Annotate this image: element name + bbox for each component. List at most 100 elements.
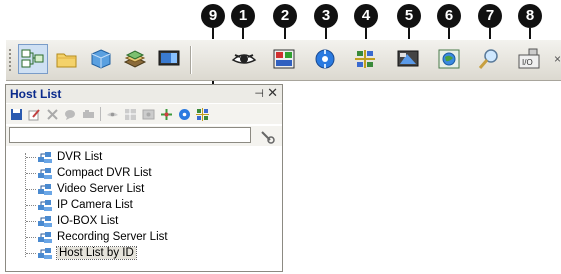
tree-connector xyxy=(26,236,36,238)
find-button[interactable] xyxy=(258,127,276,145)
panel-title: Host List xyxy=(10,87,62,101)
disc-button[interactable] xyxy=(310,44,340,74)
globe-button[interactable] xyxy=(434,44,464,74)
main-toolbar: I/O × xyxy=(6,39,561,81)
tree-item-label: IP Camera List xyxy=(57,199,133,211)
network-icon xyxy=(355,50,375,68)
toolbar-separator xyxy=(190,46,192,74)
pin-icon[interactable]: ⊣ xyxy=(254,87,264,100)
host-group-icon xyxy=(38,200,52,211)
search-button[interactable] xyxy=(474,44,504,74)
record-button[interactable] xyxy=(141,107,155,121)
arrows-icon xyxy=(160,108,172,120)
site-list-button[interactable] xyxy=(18,44,48,74)
magnifier-icon xyxy=(478,49,498,69)
small-disc-button[interactable] xyxy=(177,107,191,121)
tree-connector xyxy=(26,220,36,222)
live-view-button[interactable] xyxy=(229,44,259,74)
network-button[interactable] xyxy=(350,44,380,74)
monitor-button[interactable] xyxy=(154,44,184,74)
tree-item-label: IO-BOX List xyxy=(57,215,119,227)
small-network-icon xyxy=(195,107,209,121)
grid-icon xyxy=(124,108,136,120)
search-row xyxy=(6,126,282,146)
open-folder-button[interactable] xyxy=(52,44,82,74)
host-group-icon xyxy=(38,152,52,163)
delete-button[interactable] xyxy=(45,107,59,121)
panel-toolbar xyxy=(6,104,282,124)
small-network-button[interactable] xyxy=(195,107,209,121)
eye-icon xyxy=(231,54,257,64)
tree-item-recording-server-list[interactable]: Recording Server List xyxy=(26,229,168,245)
tree-connector xyxy=(26,172,36,174)
callout-6: 6 xyxy=(437,4,461,28)
callout-8: 8 xyxy=(518,4,542,28)
application-window: 9 1 2 3 4 5 6 7 8 I/O × Host List ⊣ ✕ DV… xyxy=(0,0,561,274)
tree-item-compact-dvr-list[interactable]: Compact DVR List xyxy=(26,165,152,181)
svg-text:I/O: I/O xyxy=(522,58,533,67)
save-icon xyxy=(10,108,22,120)
grid-button[interactable] xyxy=(123,107,137,121)
monitor-icon xyxy=(158,50,180,66)
host-group-icon xyxy=(38,216,52,227)
panel-toolbar-separator xyxy=(100,107,101,121)
small-disc-icon xyxy=(178,108,190,120)
io-device-icon: I/O xyxy=(518,48,540,69)
edit-button[interactable] xyxy=(27,107,41,121)
host-group-icon xyxy=(38,168,52,179)
host-group-icon xyxy=(38,184,52,195)
tree-item-label: Compact DVR List xyxy=(57,167,152,179)
tree-item-label: Recording Server List xyxy=(57,231,168,243)
edit-icon xyxy=(28,108,40,120)
callout-2: 2 xyxy=(273,4,297,28)
display-button[interactable] xyxy=(393,44,423,74)
site-list-icon xyxy=(21,49,44,68)
toolbar-close-icon[interactable]: × xyxy=(554,52,561,66)
tree-item-io-box-list[interactable]: IO-BOX List xyxy=(26,213,118,229)
panel-title-bar[interactable]: Host List ⊣ ✕ xyxy=(6,85,282,103)
cube-icon xyxy=(91,49,111,69)
panel-close-icon[interactable]: ✕ xyxy=(267,85,278,101)
save-button[interactable] xyxy=(9,107,23,121)
blue-disc-icon xyxy=(315,49,335,69)
host-group-icon xyxy=(38,248,52,259)
tree-item-label: Video Server List xyxy=(57,183,145,195)
tree-item-label: DVR List xyxy=(57,151,103,163)
tree-item-host-list-by-id[interactable]: Host List by ID xyxy=(26,245,137,261)
stack-button[interactable] xyxy=(120,44,150,74)
callout-9: 9 xyxy=(201,4,225,28)
callout-4: 4 xyxy=(354,4,378,28)
host-tree: DVR List Compact DVR List Video Server L… xyxy=(6,149,282,269)
cube-button[interactable] xyxy=(86,44,116,74)
tree-connector xyxy=(26,156,36,158)
panel-button[interactable] xyxy=(269,44,299,74)
tree-item-ip-camera-list[interactable]: IP Camera List xyxy=(26,197,133,213)
folder-icon xyxy=(56,53,77,68)
search-input[interactable] xyxy=(9,127,251,143)
camera-button[interactable] xyxy=(81,107,95,121)
delete-icon xyxy=(46,108,58,120)
tree-connector xyxy=(26,188,36,190)
callout-5: 5 xyxy=(397,4,421,28)
tree-item-video-server-list[interactable]: Video Server List xyxy=(26,181,144,197)
view-button[interactable] xyxy=(105,107,119,121)
host-group-icon xyxy=(38,232,52,243)
display-icon xyxy=(397,50,419,67)
host-list-panel: Host List ⊣ ✕ DVR List Compact DVR List … xyxy=(5,84,283,272)
small-eye-icon xyxy=(106,112,118,116)
globe-icon xyxy=(438,49,460,69)
stack-icon xyxy=(123,50,147,68)
toolbar-grip[interactable] xyxy=(8,48,12,72)
search-wand-icon xyxy=(261,131,275,144)
io-device-button[interactable]: I/O xyxy=(514,44,544,74)
camera-icon xyxy=(82,109,94,118)
tree-connector xyxy=(26,252,36,254)
callout-1: 1 xyxy=(231,4,255,28)
arrows-button[interactable] xyxy=(159,107,173,121)
chat-button[interactable] xyxy=(63,107,77,121)
record-icon xyxy=(142,109,154,119)
tree-item-dvr-list[interactable]: DVR List xyxy=(26,149,102,165)
tree-connector xyxy=(26,204,36,206)
chat-icon xyxy=(64,109,75,120)
callout-3: 3 xyxy=(314,4,338,28)
